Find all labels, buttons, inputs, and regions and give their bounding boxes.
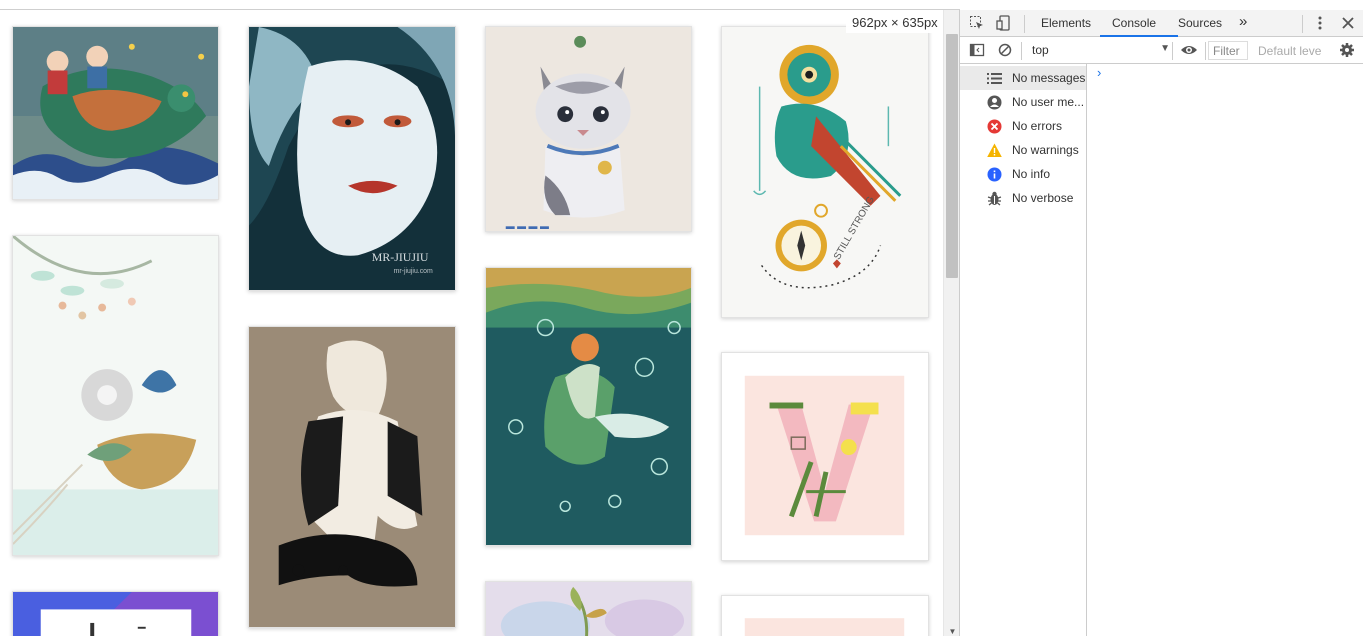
gallery-card-portrait-woman[interactable]: MR-JIUJIU mr-jiujiu.com [248,26,456,291]
scrollbar-thumb[interactable] [946,34,958,278]
letter-v-illustration [722,353,928,560]
context-selector[interactable]: top ▼ [1022,43,1170,59]
viewport-times: × [891,15,899,30]
web-page: MR-JIUJIU mr-jiujiu.com ▬ ▬ ▬ ▬ STILL ST… [0,10,943,636]
sidebar-toggle-icon[interactable] [969,42,985,58]
error-icon [987,119,1002,134]
watercolor-plant-illustration [486,582,691,636]
devtools-tabbar: Elements Console Sources » [960,10,1363,37]
tab-console[interactable]: Console [1112,16,1156,30]
cat-illustration: ▬ ▬ ▬ ▬ [486,27,691,231]
sidebar-item-label: No info [1012,167,1051,181]
console-filter-input[interactable]: Filter [1208,41,1248,60]
console-sidebar: No messages No user me... No errors No w… [960,64,1087,636]
log-levels-dropdown[interactable]: Default leve [1258,44,1321,58]
sidebar-item-messages[interactable]: No messages [960,66,1086,90]
svg-text:▬ ▬ ▬ ▬: ▬ ▬ ▬ ▬ [506,221,549,231]
tabbar-separator [1302,15,1303,33]
clear-console-icon[interactable] [997,42,1013,58]
sidebar-item-label: No messages [1012,71,1086,85]
gallery-card-dragon-children[interactable] [12,26,219,200]
sidebar-item-label: No errors [1012,119,1063,133]
purple-poster-illustration [13,592,218,636]
console-prompt-chevron[interactable]: › [1097,65,1101,80]
kebab-menu-icon[interactable] [1312,15,1328,31]
gallery-card-man-in-suit[interactable] [248,326,456,628]
browser-top-edge [0,0,960,10]
sidebar-item-user-messages[interactable]: No user me... [960,90,1086,114]
device-toolbar-icon[interactable] [996,15,1012,31]
sidebar-item-label: No warnings [1012,143,1079,157]
compass-bird-illustration: STILL STRONG [722,27,928,317]
tab-sources[interactable]: Sources [1178,16,1222,30]
page-scrollbar[interactable]: ▼ [943,10,959,636]
live-expression-eye-icon[interactable] [1180,42,1198,58]
portrait-woman-illustration: MR-JIUJIU mr-jiujiu.com [249,27,455,290]
console-settings-gear-icon[interactable] [1339,42,1355,58]
sidebar-item-label: No verbose [1012,191,1074,205]
sidebar-item-label: No user me... [1012,95,1085,109]
tabbar-separator [1024,15,1025,33]
sidebar-item-errors[interactable]: No errors [960,114,1086,138]
man-in-suit-illustration [249,327,455,627]
toolbar-separator [1172,42,1173,60]
gallery-card-bird-basket[interactable] [12,235,219,556]
inspect-element-icon[interactable] [969,15,985,31]
gallery-card-underwater-girl[interactable] [485,267,692,546]
console-toolbar: top ▼ Filter Default leve [960,37,1363,64]
toolbar-separator [1205,42,1206,60]
gallery-card-cat[interactable]: ▬ ▬ ▬ ▬ [485,26,692,232]
sidebar-item-warnings[interactable]: No warnings [960,138,1086,162]
bug-icon [987,191,1002,206]
viewport-size-overlay: 962px × 635px [846,13,944,33]
underwater-girl-illustration [486,268,691,545]
viewport-height: 635px [902,15,938,30]
dragon-children-illustration [13,27,218,199]
scroll-down-arrow[interactable]: ▼ [948,627,957,636]
close-icon[interactable] [1340,15,1356,31]
warning-icon [987,143,1002,157]
peach-tile-illustration [722,596,928,636]
tab-elements[interactable]: Elements [1041,16,1091,30]
devtools-panel: Elements Console Sources » top ▼ Filter … [959,10,1363,636]
context-label: top [1032,43,1049,57]
viewport-width: 962px [852,15,888,30]
gallery-card-watercolor-plant[interactable] [485,581,692,636]
user-icon [987,95,1002,110]
gallery-card-peach-tile[interactable] [721,595,929,636]
gallery-card-compass-bird[interactable]: STILL STRONG [721,26,929,318]
info-icon [987,167,1002,182]
portrait-watermark-title: MR-JIUJIU [372,250,429,264]
portrait-watermark-url: mr-jiujiu.com [394,268,433,275]
more-tabs-button[interactable]: » [1239,13,1247,30]
bird-basket-illustration [13,236,218,555]
list-icon [987,73,1002,84]
sidebar-item-info[interactable]: No info [960,162,1086,186]
gallery-card-letter-v[interactable] [721,352,929,561]
sidebar-item-verbose[interactable]: No verbose [960,186,1086,210]
gallery-card-purple-poster[interactable] [12,591,219,636]
context-dropdown-icon: ▼ [1160,43,1170,54]
